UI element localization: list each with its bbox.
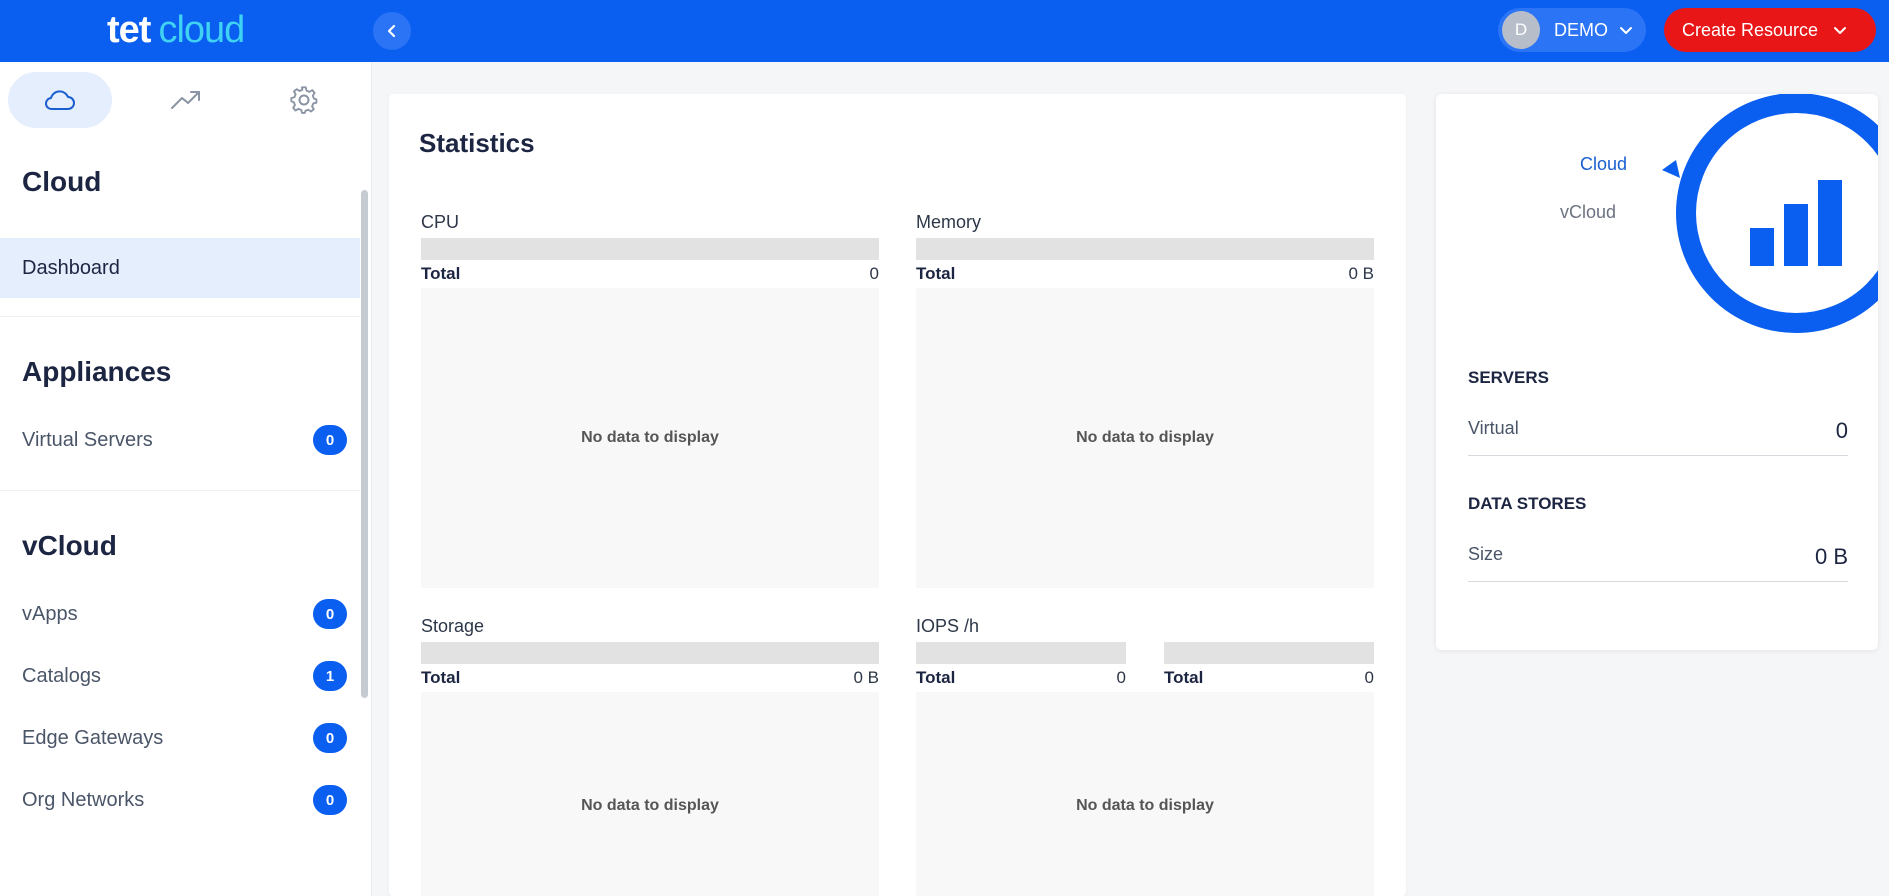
sidebar-item-label: vApps [22,602,78,625]
no-data-text: No data to display [1076,429,1214,446]
divider [0,490,360,491]
row-label: Virtual [1468,418,1519,438]
no-data-text: No data to display [581,797,719,814]
tab-settings[interactable] [252,72,356,128]
divider [0,316,360,317]
sidebar-tabs [8,72,358,128]
section-title-vcloud: vCloud [22,530,117,561]
sidebar-item-label: Virtual Servers [22,428,153,451]
metric-label: IOPS /h [916,616,980,636]
sidebar-item-label: Edge Gateways [22,726,164,749]
logo-primary: tet [107,9,151,51]
legend-vcloud[interactable]: vCloud [1560,202,1616,223]
total-label: Total [916,264,956,283]
servers-section-title: SERVERS [1468,368,1549,387]
chevron-down-icon [1620,27,1632,34]
memory-metric: Memory Total 0 B No data to display [916,212,1374,588]
sidebar-scrollbar[interactable] [361,190,368,698]
metric-label: Storage [421,616,485,636]
datastores-section-title: DATA STORES [1468,494,1587,513]
usage-bar [421,238,879,260]
chart-placeholder: No data to display [916,692,1374,896]
chart-placeholder: No data to display [421,692,879,896]
page-title: Statistics [419,128,535,158]
total-value: 0 [1364,668,1374,687]
section-title-cloud: Cloud [22,166,102,197]
metric-total: Total 0 B [916,260,1374,288]
sidebar-item-vapps[interactable]: vApps 0 [0,584,360,644]
trending-up-icon [171,91,200,109]
cloud-signal-icon [1662,94,1878,333]
metric-total: Total 0 [1164,664,1374,692]
user-name: DEMO [1554,19,1608,40]
avatar: D [1502,11,1540,49]
cpu-metric: CPU Total 0 No data to display [421,212,879,588]
chevron-left-icon [387,24,396,38]
chart-placeholder: No data to display [916,288,1374,588]
total-label: Total [916,668,956,687]
sidebar-item-label: Dashboard [22,256,120,279]
datastore-size-row: Size 0 B [1468,532,1848,582]
usage-bar [916,238,1374,260]
total-value: 0 [1116,668,1126,687]
count-badge: 0 [313,723,347,753]
sidebar-item-label: Catalogs [22,664,101,687]
sidebar-item-label: Org Networks [22,788,145,811]
virtual-servers-row: Virtual 0 [1468,406,1848,456]
create-resource-button[interactable]: Create Resource [1664,8,1876,52]
create-resource-label: Create Resource [1682,19,1819,40]
no-data-text: No data to display [581,429,719,446]
tab-cloud[interactable] [8,72,112,128]
usage-bar [916,642,1126,664]
total-label: Total [421,264,461,283]
count-badge: 0 [313,425,347,455]
count-badge: 1 [313,661,347,691]
metric-total: Total 0 B [421,664,879,692]
statistics-panel: Statistics CPU Total 0 No data to displa… [389,94,1406,896]
top-bar: tet cloud D DEMO Create Resource [0,0,1889,62]
resources-summary-card: Cloud vCloud SERVERS Virtual 0 DATA STOR… [1436,94,1878,650]
no-data-text: No data to display [1076,797,1214,814]
total-value: 0 B [853,668,879,687]
row-value: 0 [1835,418,1848,443]
usage-bar [1164,642,1374,664]
total-value: 0 B [1348,264,1374,283]
section-title-appliances: Appliances [22,356,172,387]
sidebar-item-catalogs[interactable]: Catalogs 1 [0,646,360,706]
sidebar-item-virtual-servers[interactable]: Virtual Servers 0 [0,410,360,470]
chart-placeholder: No data to display [421,288,879,588]
total-label: Total [421,668,461,687]
tet-cloud-logo[interactable]: tet cloud [107,8,245,52]
sidebar: Cloud Dashboard Appliances Virtual Serve… [0,62,372,896]
storage-metric: Storage Total 0 B No data to display [421,616,879,896]
total-label: Total [1164,668,1204,687]
legend-cloud[interactable]: Cloud [1580,154,1627,175]
row-label: Size [1468,544,1504,564]
sidebar-item-org-networks[interactable]: Org Networks 0 [0,770,360,830]
usage-bar [421,642,879,664]
count-badge: 0 [313,599,347,629]
tab-statistics[interactable] [134,72,238,128]
user-menu-button[interactable]: D DEMO [1498,8,1646,52]
cloud-icon [45,90,75,110]
collapse-sidebar-button[interactable] [373,12,411,50]
metric-total: Total 0 [421,260,879,288]
gear-icon [290,86,318,114]
logo-secondary: cloud [158,9,245,51]
chevron-down-icon [1834,27,1847,34]
row-value: 0 B [1814,544,1848,569]
iops-metric: IOPS /h Total 0 Total 0 No data to displ… [916,616,1374,896]
iops-read: Total 0 [916,640,1126,692]
total-value: 0 [869,264,879,283]
sidebar-item-dashboard[interactable]: Dashboard [0,238,360,298]
metric-label: Memory [916,212,982,232]
metric-label: CPU [421,212,460,232]
iops-write: Total 0 [1164,640,1374,692]
count-badge: 0 [313,785,347,815]
sidebar-item-edge-gateways[interactable]: Edge Gateways 0 [0,708,360,768]
metric-total: Total 0 [916,664,1126,692]
